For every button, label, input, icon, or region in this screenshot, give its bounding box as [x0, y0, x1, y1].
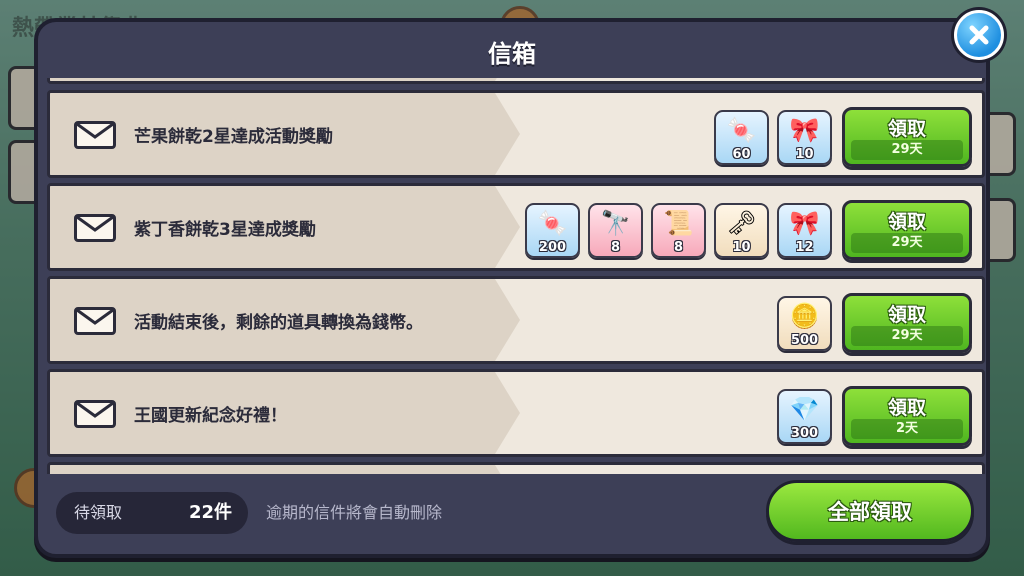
- reward-qty: 60: [732, 147, 751, 162]
- close-icon: [969, 25, 989, 45]
- claim-label: 領取: [887, 397, 926, 419]
- envelope-icon: [74, 121, 116, 149]
- claim-label: 領取: [887, 211, 926, 233]
- jelly-pile-icon: 🍬: [726, 116, 757, 144]
- close-button[interactable]: [954, 10, 1004, 60]
- reward-list: 🍬 60 🎀 10: [714, 110, 832, 165]
- claim-button[interactable]: 領取 29天: [842, 200, 972, 260]
- expire-days: 29天: [851, 326, 963, 346]
- map-scroll-icon: 📜: [663, 209, 694, 237]
- reward-item[interactable]: 🪙 500: [777, 296, 832, 351]
- pending-count: 22件: [188, 502, 232, 523]
- reward-list: 🪙 500: [777, 296, 832, 351]
- reward-item[interactable]: 🎀 10: [777, 110, 832, 165]
- reward-qty: 10: [732, 240, 751, 255]
- mailbox-footer: 待領取 22件 逾期的信件將會自動刪除 全部領取: [38, 470, 986, 554]
- reward-item[interactable]: 🍬 60: [714, 110, 769, 165]
- claim-button[interactable]: 領取 29天: [842, 293, 972, 353]
- pending-label: 待領取: [74, 503, 123, 522]
- expire-days: 2天: [851, 419, 963, 439]
- reward-item[interactable]: 🍬 200: [525, 203, 580, 258]
- reward-item[interactable]: 📜 8: [651, 203, 706, 258]
- reward-item[interactable]: 💎 300: [777, 389, 832, 444]
- reward-qty: 300: [790, 426, 819, 441]
- mail-row: 王國更新紀念好禮！ 💎 300 領取 2天: [47, 369, 985, 457]
- row-arrow-band: [50, 78, 520, 81]
- claim-all-button[interactable]: 全部領取: [766, 480, 974, 542]
- claim-label: 領取: [887, 118, 926, 140]
- expire-days: 29天: [851, 140, 963, 160]
- expire-note: 逾期的信件將會自動刪除: [266, 503, 443, 522]
- reward-item[interactable]: 🔭 8: [588, 203, 643, 258]
- claim-button[interactable]: 領取 2天: [842, 386, 972, 446]
- mail-title: 王國更新紀念好禮！: [134, 405, 287, 426]
- claim-label: 領取: [887, 304, 926, 326]
- mail-title: 活動結束後，剩餘的道具轉換為錢幣。: [134, 312, 423, 333]
- pending-counter: 待領取 22件: [56, 492, 248, 534]
- reward-qty: 500: [790, 333, 819, 348]
- mail-list[interactable]: 芒果餅乾2星達成活動獎勵 🍬 60 🎀 10 領取 29天 紫丁香餅乾3星達成獎…: [47, 78, 985, 474]
- mail-title: 芒果餅乾2星達成活動獎勵: [134, 126, 333, 147]
- reward-qty: 10: [795, 147, 814, 162]
- expire-days: 29天: [851, 233, 963, 253]
- envelope-icon: [74, 400, 116, 428]
- mail-row: 芒果餅乾2星達成活動獎勵 🍬 60 🎀 10 領取 29天: [47, 90, 985, 178]
- jelly-pile-icon: 🍬: [537, 209, 568, 237]
- envelope-icon: [74, 214, 116, 242]
- red-key-icon: 🗝: [726, 209, 757, 237]
- envelope-icon: [74, 307, 116, 335]
- reward-qty: 8: [673, 240, 684, 255]
- reward-qty: 8: [610, 240, 621, 255]
- ribbon-shard-icon: 🎀: [789, 116, 820, 144]
- blue-crystal-icon: 💎: [789, 395, 820, 423]
- reward-list: 💎 300: [777, 389, 832, 444]
- ribbon-shard-icon: 🎀: [789, 209, 820, 237]
- mailbox-modal: 信箱 芒果餅乾2星達成活動獎勵 🍬 60 🎀 10 領取 29天 紫丁香餅乾3星…: [34, 10, 1004, 558]
- reward-item[interactable]: 🎀 12: [777, 203, 832, 258]
- claim-button[interactable]: 領取 29天: [842, 107, 972, 167]
- mail-row: 活動結束後，剩餘的道具轉換為錢幣。 🪙 500 領取 29天: [47, 276, 985, 364]
- reward-qty: 12: [795, 240, 814, 255]
- modal-title: 信箱: [488, 40, 536, 68]
- mail-row: 紫丁香餅乾3星達成獎勵 🍬 200 🔭 8 📜 8 🗝 10 🎀 12 領取 2…: [47, 183, 985, 271]
- telescope-icon: 🔭: [600, 209, 631, 237]
- reward-qty: 200: [538, 240, 567, 255]
- gold-coin-icon: 🪙: [789, 302, 820, 330]
- mail-row-partial: [47, 78, 985, 84]
- reward-list: 🍬 200 🔭 8 📜 8 🗝 10 🎀 12: [525, 203, 832, 258]
- mail-title: 紫丁香餅乾3星達成獎勵: [134, 219, 316, 240]
- reward-item[interactable]: 🗝 10: [714, 203, 769, 258]
